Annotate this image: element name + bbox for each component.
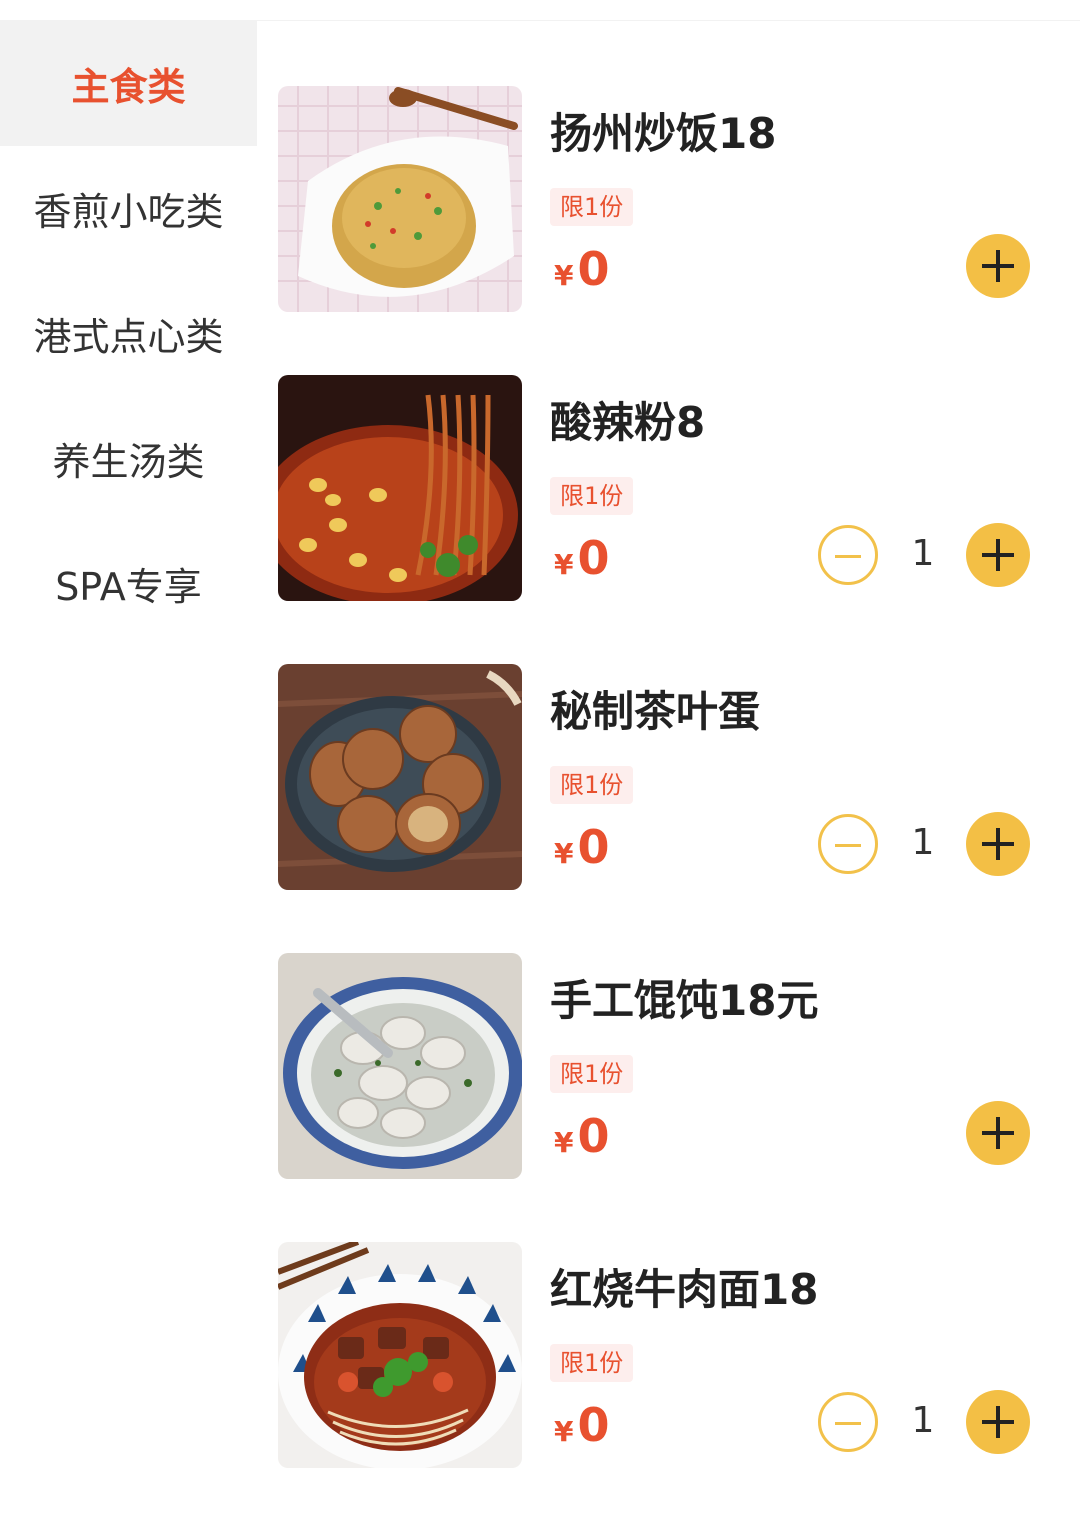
product-name: 红烧牛肉面18 xyxy=(550,1265,819,1314)
add-button[interactable] xyxy=(966,234,1030,298)
hot-sour-noodles-photo xyxy=(278,375,522,601)
add-button[interactable] xyxy=(966,1101,1030,1165)
quantity-value: 1 xyxy=(911,822,935,863)
product-item: 红烧牛肉面18 限1份 ¥0 1 xyxy=(278,1242,1058,1531)
category-sidebar: 主食类 香煎小吃类 港式点心类 养生汤类 SPA专享 xyxy=(0,21,257,646)
quantity-value: 1 xyxy=(911,533,935,574)
limit-badge: 限1份 xyxy=(550,766,634,804)
currency-symbol: ¥ xyxy=(554,548,574,581)
top-divider xyxy=(0,0,1080,21)
category-dim-sum[interactable]: 港式点心类 xyxy=(0,271,257,396)
beef-noodle-photo xyxy=(278,1242,522,1468)
price-value: 0 xyxy=(577,531,610,585)
product-name: 酸辣粉8 xyxy=(550,398,706,447)
limit-badge: 限1份 xyxy=(550,477,634,515)
quantity-value: 1 xyxy=(911,1400,935,1441)
limit-badge: 限1份 xyxy=(550,188,634,226)
product-item: 秘制茶叶蛋 限1份 ¥0 1 xyxy=(278,664,1058,953)
currency-symbol: ¥ xyxy=(554,1415,574,1448)
product-list: 扬州炒饭18 限1份 ¥0 酸辣粉8 限1份 ¥0 1 秘制茶叶蛋 限1份 ¥0… xyxy=(278,86,1058,1531)
decrease-button[interactable] xyxy=(818,814,878,874)
price-value: 0 xyxy=(577,242,610,296)
product-name: 手工馄饨18元 xyxy=(550,976,819,1025)
category-spa[interactable]: SPA专享 xyxy=(0,521,257,646)
currency-symbol: ¥ xyxy=(554,259,574,292)
price-value: 0 xyxy=(577,1109,610,1163)
price-value: 0 xyxy=(577,1398,610,1452)
limit-badge: 限1份 xyxy=(550,1344,634,1382)
limit-badge: 限1份 xyxy=(550,1055,634,1093)
currency-symbol: ¥ xyxy=(554,837,574,870)
category-fried-snacks[interactable]: 香煎小吃类 xyxy=(0,146,257,271)
product-name: 扬州炒饭18 xyxy=(550,109,777,158)
tea-eggs-photo xyxy=(278,664,522,890)
product-name: 秘制茶叶蛋 xyxy=(550,687,761,736)
add-button[interactable] xyxy=(966,523,1030,587)
product-price: ¥0 xyxy=(554,1398,610,1452)
category-soup[interactable]: 养生汤类 xyxy=(0,396,257,521)
product-price: ¥0 xyxy=(554,242,610,296)
price-value: 0 xyxy=(577,820,610,874)
currency-symbol: ¥ xyxy=(554,1126,574,1159)
category-main-food[interactable]: 主食类 xyxy=(0,21,257,146)
wonton-soup-photo xyxy=(278,953,522,1179)
product-price: ¥0 xyxy=(554,1109,610,1163)
add-button[interactable] xyxy=(966,1390,1030,1454)
decrease-button[interactable] xyxy=(818,525,878,585)
add-button[interactable] xyxy=(966,812,1030,876)
product-price: ¥0 xyxy=(554,531,610,585)
product-price: ¥0 xyxy=(554,820,610,874)
product-item: 手工馄饨18元 限1份 ¥0 xyxy=(278,953,1058,1242)
product-item: 酸辣粉8 限1份 ¥0 1 xyxy=(278,375,1058,664)
decrease-button[interactable] xyxy=(818,1392,878,1452)
product-item: 扬州炒饭18 限1份 ¥0 xyxy=(278,86,1058,375)
fried-rice-photo xyxy=(278,86,522,312)
